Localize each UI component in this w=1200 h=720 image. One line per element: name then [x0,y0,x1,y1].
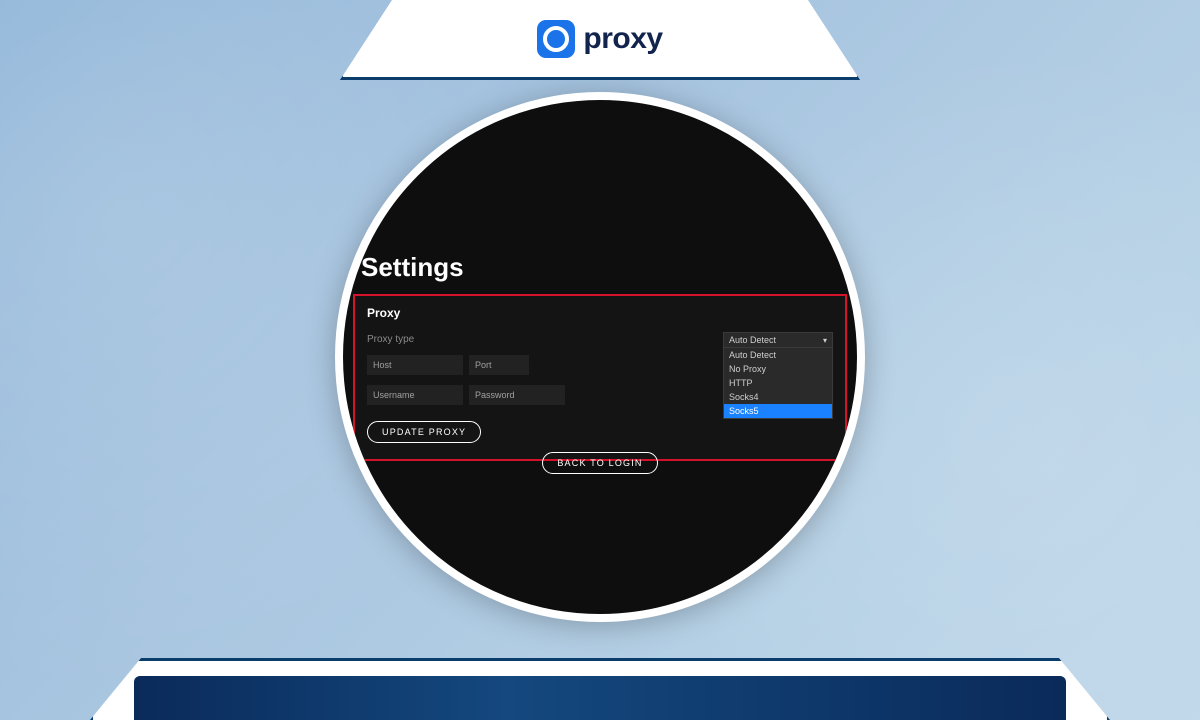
dropdown-option[interactable]: Socks5 [724,404,832,418]
proxy-section: Proxy Proxy type Host Port Username Pass… [353,294,847,461]
brand-name: proxy [583,22,662,56]
username-input[interactable]: Username [367,385,463,405]
update-proxy-button[interactable]: Update Proxy [367,421,481,443]
proxy-type-dropdown[interactable]: Auto Detect ▾ Auto Detect No Proxy HTTP … [723,332,833,419]
bottom-inner-bar [134,676,1067,720]
back-to-login-button[interactable]: Back to Login [542,452,657,474]
port-input[interactable]: Port [469,355,529,375]
settings-window: Settings Proxy Proxy type Host Port User… [335,92,865,622]
top-banner: proxy [340,0,860,80]
brand-logo-icon [537,20,575,58]
page-title: Settings [361,252,464,283]
dropdown-option[interactable]: HTTP [724,376,832,390]
dropdown-option[interactable]: Socks4 [724,390,832,404]
dropdown-options: Auto Detect No Proxy HTTP Socks4 Socks5 [723,348,833,419]
chevron-down-icon: ▾ [823,336,827,345]
dropdown-selected[interactable]: Auto Detect ▾ [723,332,833,348]
password-input[interactable]: Password [469,385,565,405]
section-title: Proxy [367,306,833,320]
proxy-type-label: Proxy type [367,334,467,345]
dropdown-option[interactable]: No Proxy [724,362,832,376]
dropdown-selected-label: Auto Detect [729,335,776,345]
brand: proxy [537,20,662,58]
dropdown-option[interactable]: Auto Detect [724,348,832,362]
host-input[interactable]: Host [367,355,463,375]
bottom-banner [90,658,1110,720]
